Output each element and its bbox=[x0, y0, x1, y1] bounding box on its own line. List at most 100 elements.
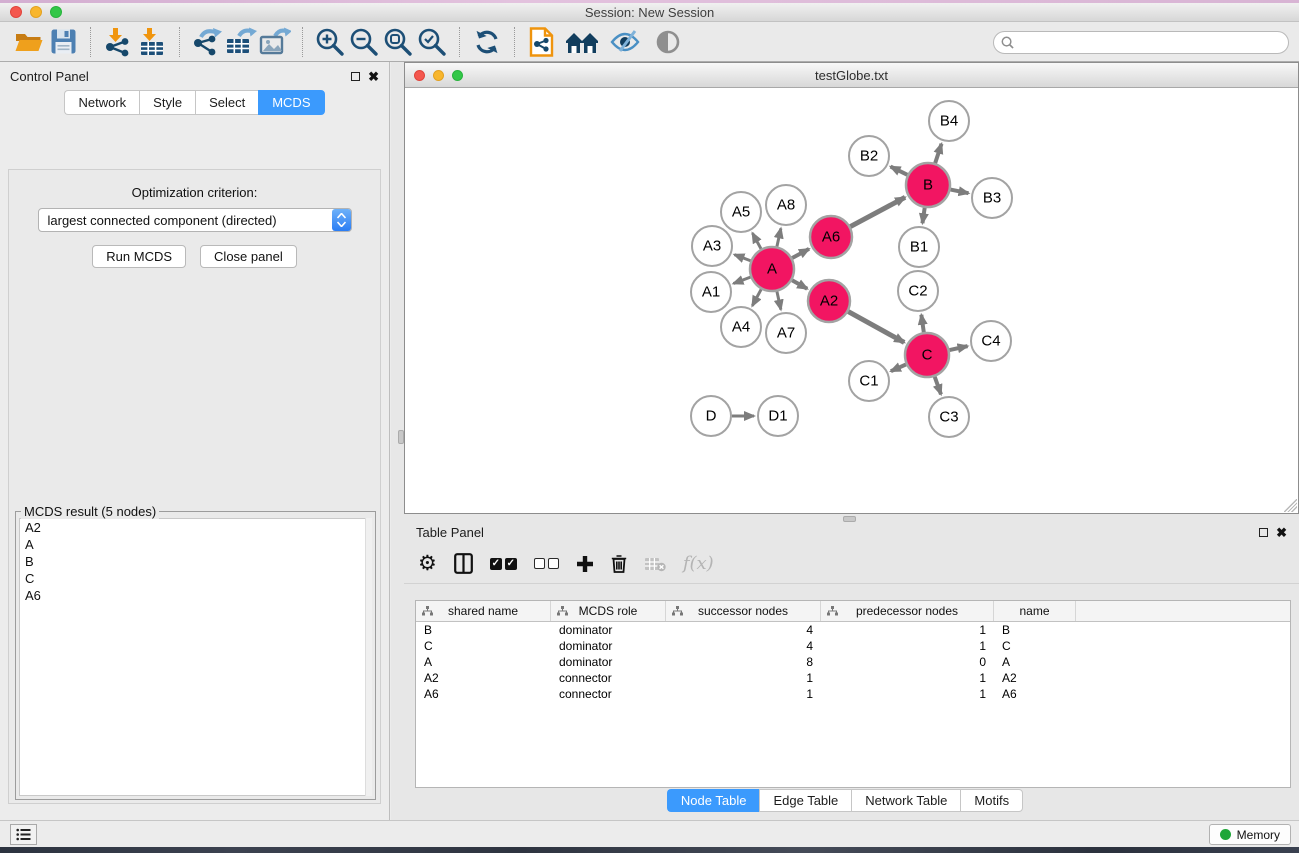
edge-B-B4[interactable] bbox=[935, 144, 941, 163]
cell-predecessor-nodes[interactable]: 1 bbox=[821, 639, 994, 653]
graph-node-B[interactable]: B bbox=[906, 163, 950, 207]
mcds-result-item[interactable]: C bbox=[20, 570, 371, 587]
network-graph[interactable]: B4B2BB3A8A5A6A3B1AC2A1A2A4A7C4CC1DD1C3 bbox=[405, 88, 1298, 513]
import-table-button[interactable] bbox=[135, 25, 169, 59]
zoom-fit-button[interactable] bbox=[381, 25, 415, 59]
edge-A-A7[interactable] bbox=[777, 291, 781, 309]
search-input[interactable] bbox=[1018, 36, 1288, 50]
cell-shared-name[interactable]: A bbox=[416, 655, 551, 669]
cell-predecessor-nodes[interactable]: 0 bbox=[821, 655, 994, 669]
graph-node-A5[interactable]: A5 bbox=[721, 192, 761, 232]
tab-select[interactable]: Select bbox=[195, 90, 258, 115]
table-row[interactable]: Cdominator41C bbox=[416, 638, 1290, 654]
save-session-button[interactable] bbox=[46, 25, 80, 59]
cell-shared-name[interactable]: B bbox=[416, 623, 551, 637]
cell-successor-nodes[interactable]: 1 bbox=[666, 687, 821, 701]
cell-MCDS-role[interactable]: connector bbox=[551, 687, 666, 701]
add-row-button[interactable] bbox=[576, 555, 594, 573]
graph-node-C2[interactable]: C2 bbox=[898, 271, 938, 311]
graph-node-A8[interactable]: A8 bbox=[766, 185, 806, 225]
graph-node-B4[interactable]: B4 bbox=[929, 101, 969, 141]
cell-name[interactable]: A bbox=[994, 655, 1076, 669]
table-row[interactable]: Bdominator41B bbox=[416, 622, 1290, 638]
network-window-titlebar[interactable]: testGlobe.txt bbox=[405, 63, 1298, 88]
graph-node-C[interactable]: C bbox=[905, 333, 949, 377]
task-history-button[interactable] bbox=[10, 824, 37, 845]
edge-A-A5[interactable] bbox=[752, 233, 761, 249]
graph-node-A6[interactable]: A6 bbox=[810, 216, 852, 258]
zoom-selected-button[interactable] bbox=[415, 25, 449, 59]
node-table[interactable]: shared nameMCDS rolesuccessor nodesprede… bbox=[415, 600, 1291, 788]
graph-node-D1[interactable]: D1 bbox=[758, 396, 798, 436]
column-header-predecessor-nodes[interactable]: predecessor nodes bbox=[821, 601, 994, 621]
mcds-result-item[interactable]: A2 bbox=[20, 519, 371, 536]
export-table-button[interactable] bbox=[224, 25, 258, 59]
window-resize-grip[interactable] bbox=[1284, 499, 1297, 512]
network-document-button[interactable] bbox=[525, 25, 559, 59]
mcds-result-scrollbar[interactable] bbox=[365, 518, 372, 796]
export-image-button[interactable] bbox=[258, 25, 292, 59]
search-field[interactable] bbox=[993, 31, 1289, 54]
graph-node-C3[interactable]: C3 bbox=[929, 397, 969, 437]
criterion-dropdown[interactable]: largest connected component (directed) bbox=[38, 208, 352, 232]
vertical-splitter-handle[interactable] bbox=[398, 430, 404, 444]
cell-predecessor-nodes[interactable]: 1 bbox=[821, 623, 994, 637]
edge-A-A8[interactable] bbox=[777, 228, 781, 246]
show-columns-button[interactable] bbox=[454, 553, 473, 574]
delete-table-button[interactable] bbox=[644, 556, 666, 572]
edge-C-C3[interactable] bbox=[935, 377, 941, 395]
import-network-button[interactable] bbox=[101, 25, 135, 59]
column-header-name[interactable]: name bbox=[994, 601, 1076, 621]
cell-successor-nodes[interactable]: 1 bbox=[666, 671, 821, 685]
graph-node-C4[interactable]: C4 bbox=[971, 321, 1011, 361]
mcds-result-item[interactable]: A bbox=[20, 536, 371, 553]
tab-mcds[interactable]: MCDS bbox=[258, 90, 324, 115]
edge-B-B1[interactable] bbox=[922, 208, 924, 223]
tab-style[interactable]: Style bbox=[139, 90, 195, 115]
run-mcds-button[interactable]: Run MCDS bbox=[92, 245, 186, 268]
table-row[interactable]: Adominator80A bbox=[416, 654, 1290, 670]
export-network-button[interactable] bbox=[190, 25, 224, 59]
cell-shared-name[interactable]: A6 bbox=[416, 687, 551, 701]
graph-node-B1[interactable]: B1 bbox=[899, 227, 939, 267]
mcds-result-item[interactable]: A6 bbox=[20, 587, 371, 604]
apply-layout-button[interactable] bbox=[470, 25, 504, 59]
close-panel-button[interactable]: Close panel bbox=[200, 245, 297, 268]
graph-node-A1[interactable]: A1 bbox=[691, 272, 731, 312]
graph-node-A3[interactable]: A3 bbox=[692, 226, 732, 266]
zoom-out-button[interactable] bbox=[347, 25, 381, 59]
edge-A-A4[interactable] bbox=[752, 289, 761, 306]
zoom-in-button[interactable] bbox=[313, 25, 347, 59]
tab-motifs[interactable]: Motifs bbox=[960, 789, 1023, 812]
edge-A6-B[interactable] bbox=[850, 197, 905, 226]
mcds-result-item[interactable]: B bbox=[20, 553, 371, 570]
cell-shared-name[interactable]: A2 bbox=[416, 671, 551, 685]
edge-A-A1[interactable] bbox=[733, 277, 750, 283]
cell-name[interactable]: C bbox=[994, 639, 1076, 653]
edge-A2-C[interactable] bbox=[848, 312, 904, 343]
cell-MCDS-role[interactable]: connector bbox=[551, 671, 666, 685]
open-session-button[interactable] bbox=[12, 25, 46, 59]
delete-row-button[interactable] bbox=[611, 554, 627, 573]
edge-C-C1[interactable] bbox=[891, 364, 906, 371]
edge-B-B3[interactable] bbox=[951, 190, 969, 194]
deselect-all-button[interactable] bbox=[534, 558, 559, 569]
overview-button[interactable] bbox=[565, 25, 599, 59]
show-details-button[interactable] bbox=[651, 25, 685, 59]
tab-network[interactable]: Network bbox=[64, 90, 139, 115]
cell-shared-name[interactable]: C bbox=[416, 639, 551, 653]
graph-node-A7[interactable]: A7 bbox=[766, 313, 806, 353]
edge-C-C4[interactable] bbox=[949, 346, 967, 350]
edge-B-B2[interactable] bbox=[891, 167, 908, 175]
graph-node-C1[interactable]: C1 bbox=[849, 361, 889, 401]
edge-A-A2[interactable] bbox=[792, 280, 807, 289]
cell-MCDS-role[interactable]: dominator bbox=[551, 655, 666, 669]
cell-predecessor-nodes[interactable]: 1 bbox=[821, 687, 994, 701]
edge-A-A3[interactable] bbox=[734, 255, 750, 261]
table-settings-button[interactable]: ⚙ bbox=[418, 553, 437, 574]
tab-node-table[interactable]: Node Table bbox=[667, 789, 760, 812]
select-all-button[interactable]: ✓ ✓ bbox=[490, 558, 517, 570]
graph-node-A[interactable]: A bbox=[750, 247, 794, 291]
column-header-MCDS-role[interactable]: MCDS role bbox=[551, 601, 666, 621]
function-builder-button[interactable]: f(x) bbox=[683, 553, 714, 574]
